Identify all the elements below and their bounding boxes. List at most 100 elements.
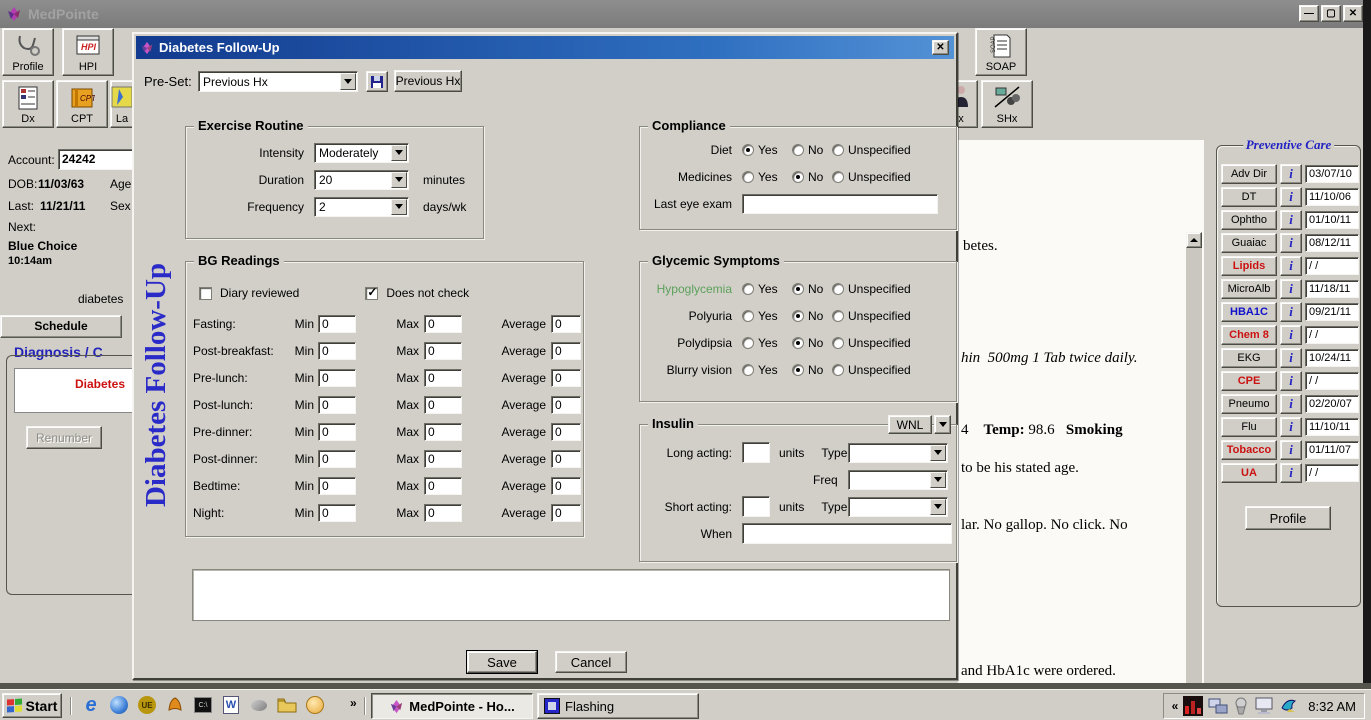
intensity-combobox[interactable]: Moderately xyxy=(314,143,409,163)
dropdown-button[interactable] xyxy=(391,199,407,215)
duration-combobox[interactable]: 20 xyxy=(314,170,409,190)
save-button[interactable]: Save xyxy=(467,651,537,673)
bg-max-field[interactable] xyxy=(424,396,462,414)
preventive-date-field[interactable]: / / xyxy=(1305,372,1359,390)
info-button[interactable]: i xyxy=(1280,417,1302,437)
preventive-profile-button[interactable]: Profile xyxy=(1245,506,1331,530)
dropdown-button[interactable] xyxy=(930,499,946,515)
quicklaunch-cmd-icon[interactable]: C:\ xyxy=(192,694,214,716)
toolbar-soap-button[interactable]: SOAP SOAP xyxy=(975,28,1027,76)
task-button-medpointe[interactable]: MedPointe - Ho... xyxy=(371,693,533,719)
info-button[interactable]: i xyxy=(1280,440,1302,460)
preventive-test-button[interactable]: Chem 8 xyxy=(1221,325,1277,345)
radio-no[interactable] xyxy=(792,364,804,376)
info-button[interactable]: i xyxy=(1280,187,1302,207)
bg-max-field[interactable] xyxy=(424,477,462,495)
preventive-date-field[interactable]: 02/20/07 xyxy=(1305,395,1359,413)
info-button[interactable]: i xyxy=(1280,164,1302,184)
long-type-combobox[interactable] xyxy=(848,443,948,463)
bg-average-field[interactable] xyxy=(551,342,581,360)
bg-max-field[interactable] xyxy=(424,315,462,333)
info-button[interactable]: i xyxy=(1280,325,1302,345)
diary-reviewed-checkbox[interactable] xyxy=(199,287,212,300)
preventive-date-field[interactable]: 10/24/11 xyxy=(1305,349,1359,367)
long-acting-units-field[interactable] xyxy=(742,442,770,463)
radio-yes[interactable] xyxy=(742,171,754,183)
when-field[interactable] xyxy=(742,523,952,544)
renumber-button[interactable]: Renumber xyxy=(26,426,102,449)
toolbar-profile-button[interactable]: Profile xyxy=(2,28,54,76)
preventive-date-field[interactable]: 08/12/11 xyxy=(1305,234,1359,252)
tray-chevron[interactable]: « xyxy=(1172,699,1179,713)
comment-input[interactable] xyxy=(192,569,950,621)
radio-yes[interactable] xyxy=(742,310,754,322)
tray-chart-icon[interactable] xyxy=(1183,696,1203,716)
preventive-test-button[interactable]: EKG xyxy=(1221,348,1277,368)
bg-average-field[interactable] xyxy=(551,450,581,468)
bg-min-field[interactable] xyxy=(318,315,356,333)
preventive-date-field[interactable]: 11/18/11 xyxy=(1305,280,1359,298)
preventive-test-button[interactable]: Tobacco xyxy=(1221,440,1277,460)
preventive-test-button[interactable]: HBA1C xyxy=(1221,302,1277,322)
radio-no[interactable] xyxy=(792,337,804,349)
quicklaunch-fox-icon[interactable] xyxy=(164,694,186,716)
dropdown-button[interactable] xyxy=(930,445,946,461)
radio-yes[interactable] xyxy=(742,283,754,295)
task-button-flashing[interactable]: Flashing xyxy=(537,693,699,719)
preventive-date-field[interactable]: 11/10/06 xyxy=(1305,188,1359,206)
tray-bird-icon[interactable] xyxy=(1279,696,1299,716)
info-button[interactable]: i xyxy=(1280,302,1302,322)
bg-average-field[interactable] xyxy=(551,477,581,495)
info-button[interactable]: i xyxy=(1280,256,1302,276)
short-acting-units-field[interactable] xyxy=(742,496,770,517)
bg-min-field[interactable] xyxy=(318,450,356,468)
bg-max-field[interactable] xyxy=(424,342,462,360)
preventive-date-field[interactable]: 03/07/10 xyxy=(1305,165,1359,183)
radio-unspecified[interactable] xyxy=(832,364,844,376)
dropdown-button[interactable] xyxy=(391,172,407,188)
bg-max-field[interactable] xyxy=(424,504,462,522)
minimize-button[interactable]: — xyxy=(1299,5,1319,22)
close-button[interactable]: ✕ xyxy=(1343,5,1363,22)
preventive-test-button[interactable]: Ophtho xyxy=(1221,210,1277,230)
radio-yes[interactable] xyxy=(742,337,754,349)
preventive-test-button[interactable]: Flu xyxy=(1221,417,1277,437)
info-button[interactable]: i xyxy=(1280,348,1302,368)
bg-max-field[interactable] xyxy=(424,450,462,468)
toolbar-hpi-button[interactable]: HPI HPI xyxy=(62,28,114,76)
radio-no[interactable] xyxy=(792,283,804,295)
freq-combobox[interactable] xyxy=(848,470,948,490)
preset-combobox[interactable]: Previous Hx xyxy=(198,71,358,92)
schedule-tab[interactable]: Schedule xyxy=(0,315,122,338)
bg-min-field[interactable] xyxy=(318,396,356,414)
diagnosis-item[interactable]: Diabetes xyxy=(75,377,125,391)
toolbar-shx-button[interactable]: SHx xyxy=(981,80,1033,128)
bg-min-field[interactable] xyxy=(318,477,356,495)
account-field[interactable]: 24242 xyxy=(58,149,133,170)
bg-min-field[interactable] xyxy=(318,342,356,360)
previous-hx-button[interactable]: Previous Hx xyxy=(394,70,462,92)
preventive-date-field[interactable]: 09/21/11 xyxy=(1305,303,1359,321)
preventive-date-field[interactable]: 01/11/07 xyxy=(1305,441,1359,459)
bg-average-field[interactable] xyxy=(551,504,581,522)
radio-yes[interactable] xyxy=(742,364,754,376)
preventive-test-button[interactable]: Guaiac xyxy=(1221,233,1277,253)
info-button[interactable]: i xyxy=(1280,463,1302,483)
toolbar-dx-button[interactable]: Dx xyxy=(2,80,54,128)
bg-max-field[interactable] xyxy=(424,423,462,441)
wnl-button[interactable]: WNL xyxy=(888,415,932,434)
preventive-date-field[interactable]: 01/10/11 xyxy=(1305,211,1359,229)
bg-average-field[interactable] xyxy=(551,315,581,333)
preventive-test-button[interactable]: MicroAlb xyxy=(1221,279,1277,299)
document-scrollbar[interactable] xyxy=(1186,232,1202,720)
dialog-titlebar[interactable]: Diabetes Follow-Up ✕ xyxy=(136,36,954,59)
scroll-up-button[interactable] xyxy=(1186,232,1202,248)
info-button[interactable]: i xyxy=(1280,233,1302,253)
info-button[interactable]: i xyxy=(1280,210,1302,230)
radio-no[interactable] xyxy=(792,171,804,183)
radio-no[interactable] xyxy=(792,310,804,322)
wnl-dropdown-button[interactable] xyxy=(934,415,951,434)
bg-average-field[interactable] xyxy=(551,369,581,387)
radio-no[interactable] xyxy=(792,144,804,156)
preventive-test-button[interactable]: DT xyxy=(1221,187,1277,207)
